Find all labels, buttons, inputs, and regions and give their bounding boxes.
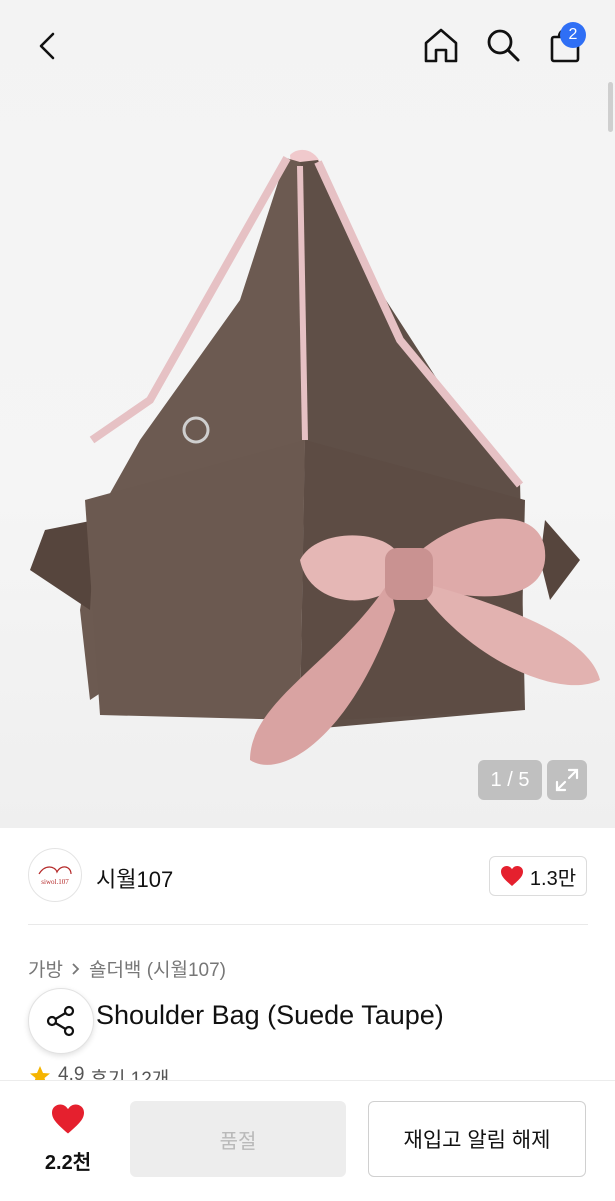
bottom-action-bar: 2.2천 품절 재입고 알림 해제 [0,1080,615,1201]
heart-icon [52,1104,84,1134]
soldout-button: 품절 [130,1101,346,1177]
top-navigation-bar: 2 [0,0,615,90]
store-name[interactable]: 시월107 [96,862,173,894]
share-button[interactable] [28,988,94,1054]
heart-icon [500,866,523,886]
rating-summary[interactable]: 4.9 후기 12개 [28,1064,169,1080]
share-icon [46,1005,75,1037]
review-count: 후기 12개 [90,1069,170,1080]
product-image-gallery[interactable]: 2 1 / 5 [0,0,615,828]
fullscreen-button[interactable] [547,760,587,800]
rating-value: 4.9 [58,1064,85,1080]
search-icon [487,29,520,62]
back-button[interactable] [26,24,70,68]
scrollbar-thumb[interactable] [608,82,613,132]
cart-count-badge: 2 [560,22,586,48]
home-icon [424,28,458,63]
store-logo-text: siwol.107 [41,878,69,886]
breadcrumb: 가방 숄더백 (시월107) [28,955,226,982]
product-title: Shoulder Bag (Suede Taupe) [96,1000,444,1030]
product-image [30,149,600,765]
chevron-right-icon [72,962,80,975]
star-icon [30,1066,50,1080]
image-counter: 1 / 5 [478,760,542,800]
breadcrumb-item[interactable]: 숄더백 (시월107) [89,955,226,982]
store-info[interactable]: siwol.107 시월107 1.3만 [0,828,615,924]
store-logo[interactable]: siwol.107 [28,848,82,902]
expand-icon [555,768,579,792]
chevron-left-icon [39,32,55,60]
wishlist-button[interactable]: 2.2천 [28,1103,108,1174]
search-button[interactable] [480,22,526,68]
wishlist-count: 2.2천 [44,1152,92,1174]
home-button[interactable] [418,22,464,68]
store-like-button[interactable]: 1.3만 [489,856,587,896]
divider [28,924,588,925]
store-like-count: 1.3만 [529,867,577,890]
breadcrumb-item[interactable]: 가방 [28,955,63,982]
restock-alert-cancel-button[interactable]: 재입고 알림 해제 [368,1101,586,1177]
